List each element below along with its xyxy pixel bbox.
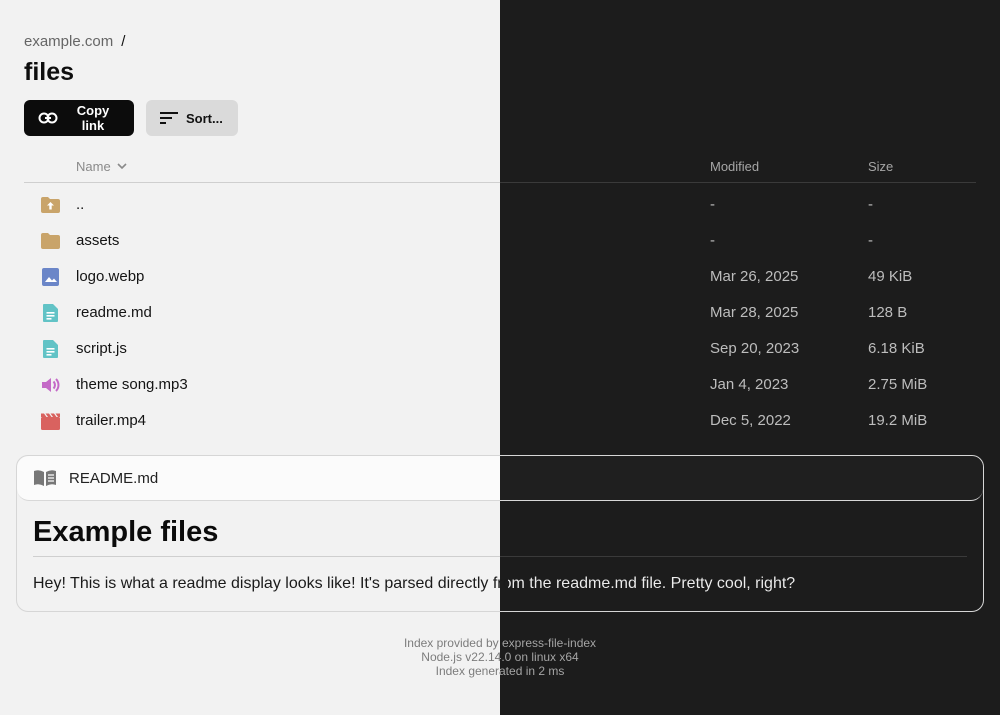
footer-provided-prefix: Index provided by [403, 636, 502, 650]
sort-icon [160, 112, 178, 124]
table-row[interactable]: trailer.mp4 Dec 5, 2022 19.2 MiB [24, 403, 976, 439]
file-size: - [868, 196, 873, 213]
document-icon [43, 304, 58, 322]
file-name[interactable]: assets [76, 232, 119, 249]
sort-label: Sort... [186, 110, 223, 126]
header-divider [24, 182, 976, 183]
breadcrumb-separator: / [121, 33, 126, 50]
page-title: files [24, 58, 75, 86]
file-name[interactable]: script.js [76, 340, 127, 357]
column-header-name[interactable]: Name [76, 159, 127, 174]
file-size: 2.75 MiB [868, 376, 928, 393]
sort-button[interactable]: Sort... [146, 100, 238, 136]
file-size: 6.18 KiB [868, 340, 925, 357]
file-modified: Mar 28, 2025 [710, 304, 799, 321]
video-icon [41, 413, 60, 430]
footer-generated: Index generated in 2 ms [0, 664, 1000, 678]
file-size: 19.2 MiB [868, 412, 928, 429]
readme-header: README.md [17, 456, 983, 501]
footer-runtime: Node.js v22.14.0 on linux x64 [0, 650, 1000, 664]
readme-paragraph: Hey! This is what a readme display looks… [33, 575, 796, 592]
link-icon [38, 112, 58, 124]
breadcrumb: example.com / [24, 33, 125, 50]
column-header-name-label: Name [76, 159, 111, 174]
file-modified: Jan 4, 2023 [710, 376, 789, 393]
readme-filename: README.md [69, 470, 159, 487]
readme-card: README.md Example files Hey! This is wha… [16, 455, 984, 612]
table-row[interactable]: logo.webp Mar 26, 2025 49 KiB [24, 259, 976, 295]
book-icon [34, 470, 56, 486]
document-icon [43, 340, 58, 358]
file-size: 49 KiB [868, 268, 913, 285]
table-row[interactable]: assets - - [24, 223, 976, 259]
file-modified: Sep 20, 2023 [710, 340, 800, 357]
express-file-index-link[interactable]: express-file-index [502, 636, 596, 650]
readme-heading: Example files [33, 516, 219, 548]
file-name[interactable]: readme.md [76, 304, 152, 321]
table-row[interactable]: theme song.mp3 Jan 4, 2023 2.75 MiB [24, 367, 976, 403]
folder-icon [41, 233, 60, 249]
column-header-size[interactable]: Size [868, 159, 893, 174]
table-row[interactable]: script.js Sep 20, 2023 6.18 KiB [24, 331, 976, 367]
image-file-icon [42, 268, 59, 286]
copy-link-label: Copy link [76, 103, 110, 133]
file-index-page: example.com / files Copy link Sort... Nam… [0, 0, 1000, 715]
footer: Index provided by express-file-index Nod… [0, 636, 1000, 678]
file-modified: - [710, 232, 715, 249]
file-name[interactable]: .. [76, 196, 84, 213]
chevron-down-icon [117, 163, 127, 170]
file-modified: Mar 26, 2025 [710, 268, 799, 285]
readme-divider [33, 556, 967, 557]
file-size: 128 B [868, 304, 908, 321]
file-size: - [868, 232, 873, 249]
file-name[interactable]: logo.webp [76, 268, 144, 285]
table-row[interactable]: .. - - [24, 187, 976, 223]
footer-provided-line: Index provided by express-file-index [0, 636, 1000, 650]
file-name[interactable]: theme song.mp3 [76, 376, 188, 393]
audio-icon [42, 378, 60, 392]
column-header-modified[interactable]: Modified [710, 159, 759, 174]
folder-up-icon [41, 197, 60, 213]
table-row[interactable]: readme.md Mar 28, 2025 128 B [24, 295, 976, 331]
breadcrumb-site-link[interactable]: example.com [24, 33, 113, 50]
file-modified: Dec 5, 2022 [710, 412, 791, 429]
copy-link-button[interactable]: Copy link [24, 100, 134, 136]
file-modified: - [710, 196, 715, 213]
file-name[interactable]: trailer.mp4 [76, 412, 146, 429]
